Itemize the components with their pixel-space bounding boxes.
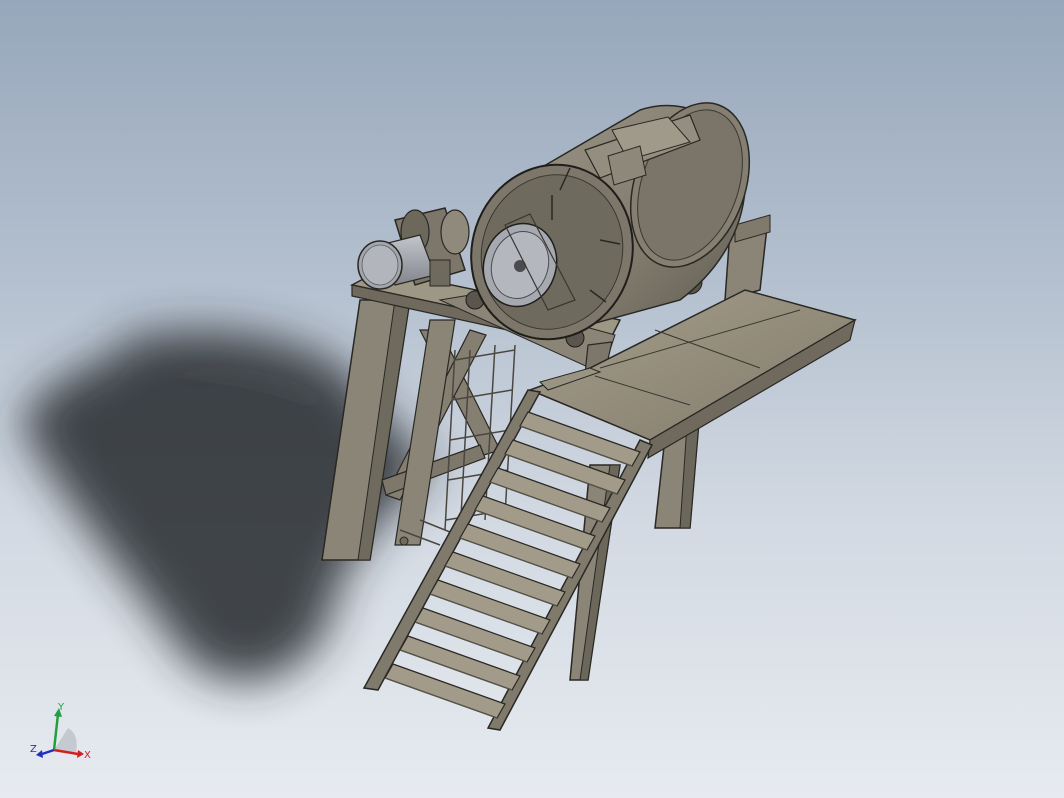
- triad-plane: [54, 728, 77, 752]
- x-axis-head-icon: [77, 750, 84, 758]
- y-axis-label: Y: [57, 702, 65, 713]
- y-axis-arrow: [52, 713, 60, 751]
- z-axis-head-icon: [36, 750, 43, 758]
- model-scene[interactable]: [0, 0, 1064, 798]
- x-axis-label: X: [84, 750, 91, 761]
- orientation-triad[interactable]: X Y Z: [28, 700, 98, 770]
- drive-motor: [357, 207, 470, 290]
- cad-viewport[interactable]: X Y Z: [0, 0, 1064, 798]
- z-axis-arrow: [41, 748, 55, 756]
- z-axis-label: Z: [30, 744, 37, 755]
